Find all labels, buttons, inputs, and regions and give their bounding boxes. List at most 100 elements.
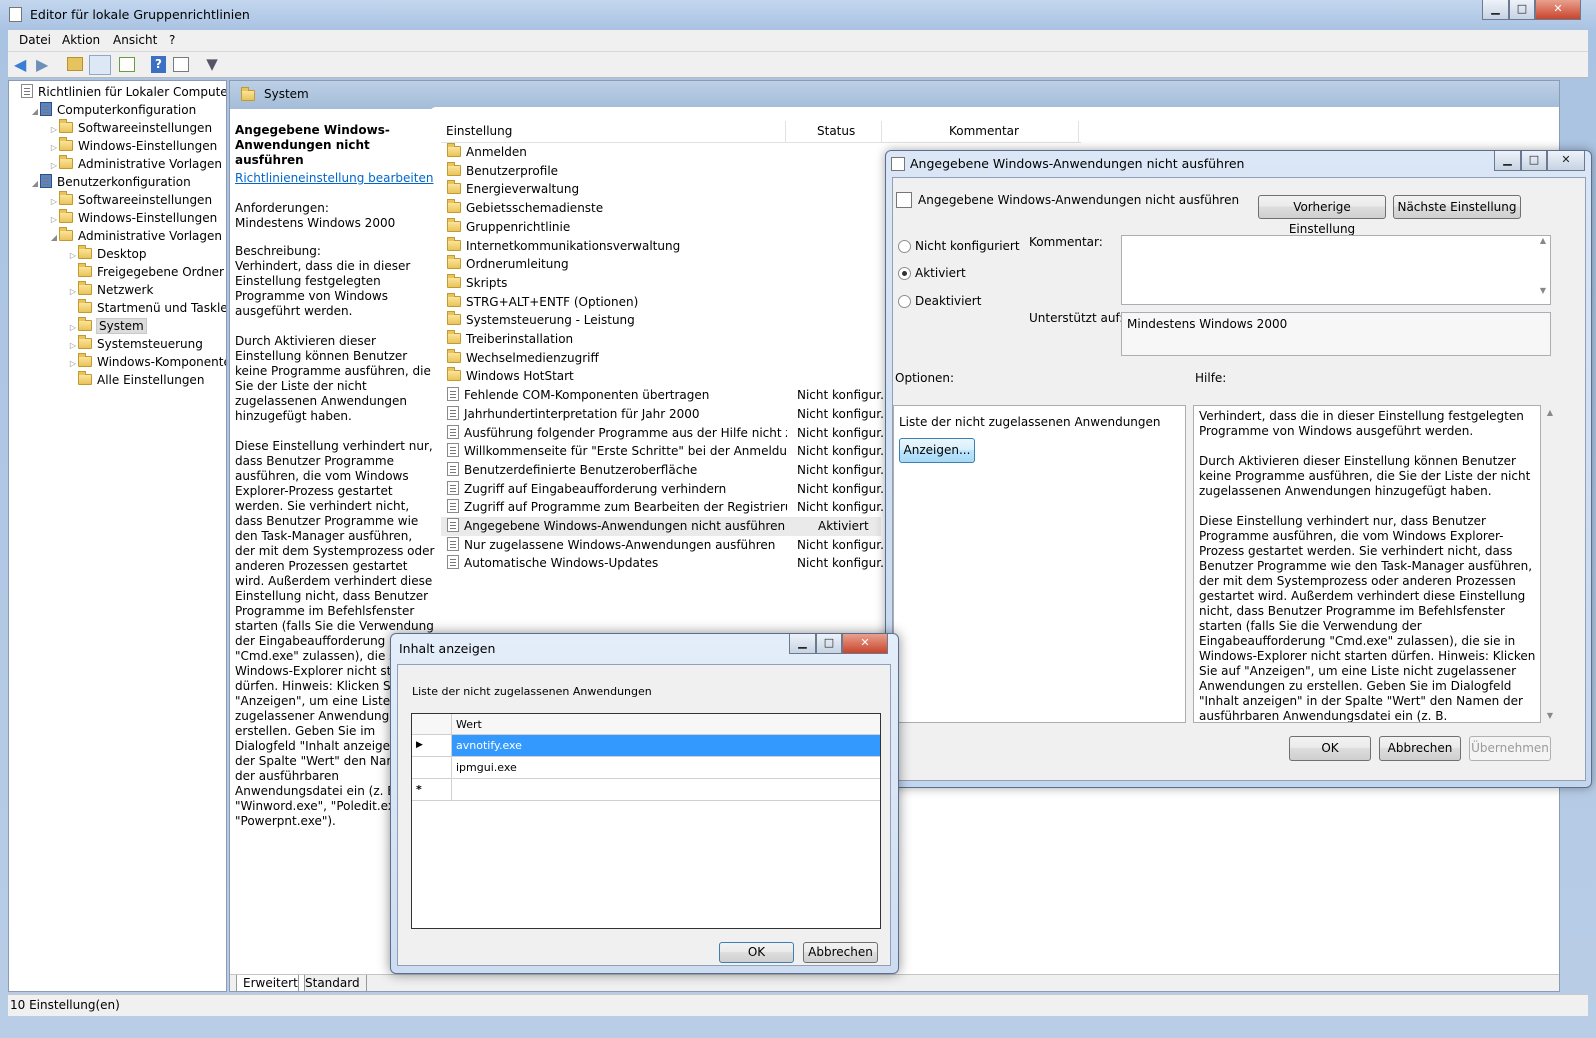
tree-item[interactable]: Alle Einstellungen bbox=[11, 371, 225, 389]
comment-scrollbar[interactable]: ▲ ▼ bbox=[1536, 236, 1550, 304]
export-list-icon[interactable] bbox=[119, 57, 135, 72]
list-item-folder[interactable]: Benutzerprofile bbox=[441, 161, 881, 181]
list-item-folder[interactable]: Wechselmedienzugriff bbox=[441, 348, 881, 368]
radio-disabled-label[interactable]: Deaktiviert bbox=[915, 294, 981, 308]
maximize-button[interactable]: □ bbox=[1509, 0, 1535, 20]
list-item-policy[interactable]: Zugriff auf Programme zum Bearbeiten der… bbox=[441, 498, 883, 517]
menu-datei[interactable]: Datei bbox=[19, 33, 51, 47]
content-dialog-close-button[interactable]: ✕ bbox=[842, 634, 888, 654]
tree-item[interactable]: ▷ Netzwerk bbox=[11, 281, 225, 299]
content-ok-button[interactable]: OK bbox=[719, 942, 794, 963]
radio-not-configured-label[interactable]: Nicht konfiguriert bbox=[915, 239, 1020, 253]
list-item-policy[interactable]: Benutzerdefinierte Benutzeroberfläche Nic… bbox=[441, 461, 883, 480]
close-button[interactable]: ✕ bbox=[1535, 0, 1581, 20]
filter-icon[interactable]: ▼ bbox=[204, 56, 220, 73]
list-item-policy[interactable]: Angegebene Windows-Anwendungen nicht aus… bbox=[441, 517, 881, 536]
tree-item[interactable]: Richtlinien für Lokaler Computer bbox=[11, 83, 226, 101]
previous-setting-button[interactable]: Vorherige Einstellung bbox=[1258, 195, 1386, 236]
list-item-folder[interactable]: STRG+ALT+ENTF (Optionen) bbox=[441, 292, 881, 312]
minimize-button[interactable]: ▁ bbox=[1482, 0, 1509, 20]
tree-item[interactable]: ▷ Administrative Vorlagen bbox=[11, 155, 225, 173]
list-item-policy[interactable]: Willkommenseite für "Erste Schritte" bei… bbox=[441, 442, 883, 461]
list-item-folder[interactable]: Energieverwaltung bbox=[441, 180, 881, 199]
list-item-policy[interactable]: Automatische Windows-Updates Nicht konfig… bbox=[441, 554, 883, 573]
menu-help[interactable]: ? bbox=[169, 33, 175, 47]
column-header-einstellung[interactable]: Einstellung bbox=[446, 124, 512, 138]
list-item-name-cell: Automatische Windows-Updates bbox=[447, 554, 787, 573]
tree-item[interactable]: ▷ Windows-Einstellungen bbox=[11, 209, 225, 227]
tree-item[interactable]: ▷ Systemsteuerung bbox=[11, 335, 225, 353]
help-icon[interactable]: ? bbox=[151, 56, 166, 73]
next-setting-button[interactable]: Nächste Einstellung bbox=[1393, 195, 1521, 219]
grid-row-marker-current[interactable]: ▶ bbox=[412, 735, 452, 757]
tree-item[interactable]: ▷ Windows-Einstellungen bbox=[11, 137, 225, 155]
list-item-policy[interactable]: Nur zugelassene Windows-Anwendungen ausf… bbox=[441, 536, 883, 555]
column-header-status[interactable]: Status bbox=[817, 124, 855, 138]
comment-field[interactable] bbox=[1121, 235, 1551, 305]
grid-column-header-wert[interactable]: Wert bbox=[452, 714, 880, 735]
list-item-folder[interactable]: Gebietsschemadienste bbox=[441, 199, 881, 218]
tree-item[interactable]: ▷ Desktop bbox=[11, 245, 225, 263]
list-item-folder[interactable]: Windows HotStart bbox=[441, 367, 881, 386]
tree-item[interactable]: ▷ Windows-Komponenten bbox=[11, 353, 226, 371]
grid-new-row-marker[interactable]: * bbox=[412, 779, 452, 801]
expand-arrow-icon[interactable]: ◢ bbox=[30, 175, 40, 193]
expand-arrow-icon[interactable]: ◢ bbox=[49, 229, 59, 247]
policy-dialog-maximize-button[interactable]: □ bbox=[1521, 151, 1547, 171]
list-item-folder[interactable]: Internetkommunikationsverwaltung bbox=[441, 236, 881, 256]
list-item-folder[interactable]: Systemsteuerung - Leistung bbox=[441, 311, 881, 330]
list-item-policy[interactable]: Zugriff auf Eingabeaufforderung verhinde… bbox=[441, 480, 883, 499]
help-scrollbar[interactable]: ▲ ▼ bbox=[1543, 406, 1557, 722]
grid-row-marker[interactable] bbox=[412, 757, 452, 779]
list-item-folder[interactable]: Anmelden bbox=[441, 143, 881, 162]
radio-enabled-label[interactable]: Aktiviert bbox=[915, 266, 966, 280]
tree-item[interactable]: ◢ Benutzerkonfiguration bbox=[11, 173, 225, 191]
column-header-kommentar[interactable]: Kommentar bbox=[949, 124, 1019, 138]
grid-row-cell[interactable]: ipmgui.exe bbox=[452, 757, 880, 779]
grid-row-cell[interactable]: avnotify.exe bbox=[452, 735, 880, 757]
list-item-name: Windows HotStart bbox=[466, 369, 574, 384]
help-scroll-down-icon[interactable]: ▼ bbox=[1543, 711, 1557, 720]
show-hide-tree-icon[interactable] bbox=[89, 55, 111, 75]
grid-new-row-cell[interactable] bbox=[452, 779, 880, 801]
computer-icon bbox=[40, 102, 52, 116]
tree-item[interactable]: ◢ Computerkonfiguration bbox=[11, 101, 225, 119]
tree-item[interactable]: Freigegebene Ordner bbox=[11, 263, 225, 281]
help-scroll-up-icon[interactable]: ▲ bbox=[1543, 408, 1557, 417]
forward-icon[interactable]: ▶ bbox=[36, 57, 54, 73]
tree-item[interactable]: ▷ System bbox=[11, 317, 225, 335]
expand-arrow-icon[interactable]: ◢ bbox=[30, 103, 40, 121]
policy-cancel-button[interactable]: Abbrechen bbox=[1379, 736, 1461, 761]
tree-item[interactable]: ▷ Softwareeinstellungen bbox=[11, 119, 225, 137]
list-item-policy[interactable]: Jahrhundertinterpretation für Jahr 2000 N… bbox=[441, 405, 883, 424]
list-item-folder[interactable]: Ordnerumleitung bbox=[441, 255, 881, 274]
content-dialog-minimize-button[interactable]: ▁ bbox=[789, 634, 816, 654]
menu-aktion[interactable]: Aktion bbox=[62, 33, 100, 47]
show-button[interactable]: Anzeigen... bbox=[899, 438, 975, 463]
content-dialog-maximize-button[interactable]: □ bbox=[816, 634, 842, 654]
list-item-status: Nicht konfigur... bbox=[797, 388, 883, 403]
list-item-folder[interactable]: Treiberinstallation bbox=[441, 330, 881, 349]
radio-disabled[interactable] bbox=[898, 295, 911, 308]
list-item-folder[interactable]: Gruppenrichtlinie bbox=[441, 217, 881, 237]
policy-ok-button[interactable]: OK bbox=[1289, 736, 1371, 761]
tree-item[interactable]: Startmenü und Taskleiste bbox=[11, 299, 226, 317]
tab-standard[interactable]: Standard bbox=[298, 975, 367, 991]
edit-policy-link[interactable]: Richtlinieneinstellung bearbeiten bbox=[235, 171, 433, 185]
tree-item[interactable]: ◢ Administrative Vorlagen bbox=[11, 227, 225, 245]
radio-not-configured[interactable] bbox=[898, 240, 911, 253]
list-item-policy[interactable]: Ausführung folgender Programme aus der H… bbox=[441, 424, 883, 443]
back-icon[interactable]: ◀ bbox=[14, 57, 32, 73]
policy-dialog-close-button[interactable]: ✕ bbox=[1547, 151, 1585, 171]
up-folder-icon[interactable] bbox=[67, 57, 83, 71]
list-item-policy[interactable]: Fehlende COM-Komponenten übertragen Nicht… bbox=[441, 386, 883, 405]
properties-icon[interactable] bbox=[173, 57, 189, 72]
policy-apply-button[interactable]: Übernehmen bbox=[1469, 736, 1551, 761]
tree-item[interactable]: ▷ Softwareeinstellungen bbox=[11, 191, 225, 209]
radio-enabled[interactable] bbox=[898, 267, 911, 280]
policy-dialog-minimize-button[interactable]: ▁ bbox=[1494, 151, 1521, 171]
list-item-folder[interactable]: Skripts bbox=[441, 273, 881, 293]
tab-erweitert[interactable]: Erweitert bbox=[236, 975, 305, 991]
menu-ansicht[interactable]: Ansicht bbox=[113, 33, 157, 47]
content-cancel-button[interactable]: Abbrechen bbox=[803, 942, 878, 963]
